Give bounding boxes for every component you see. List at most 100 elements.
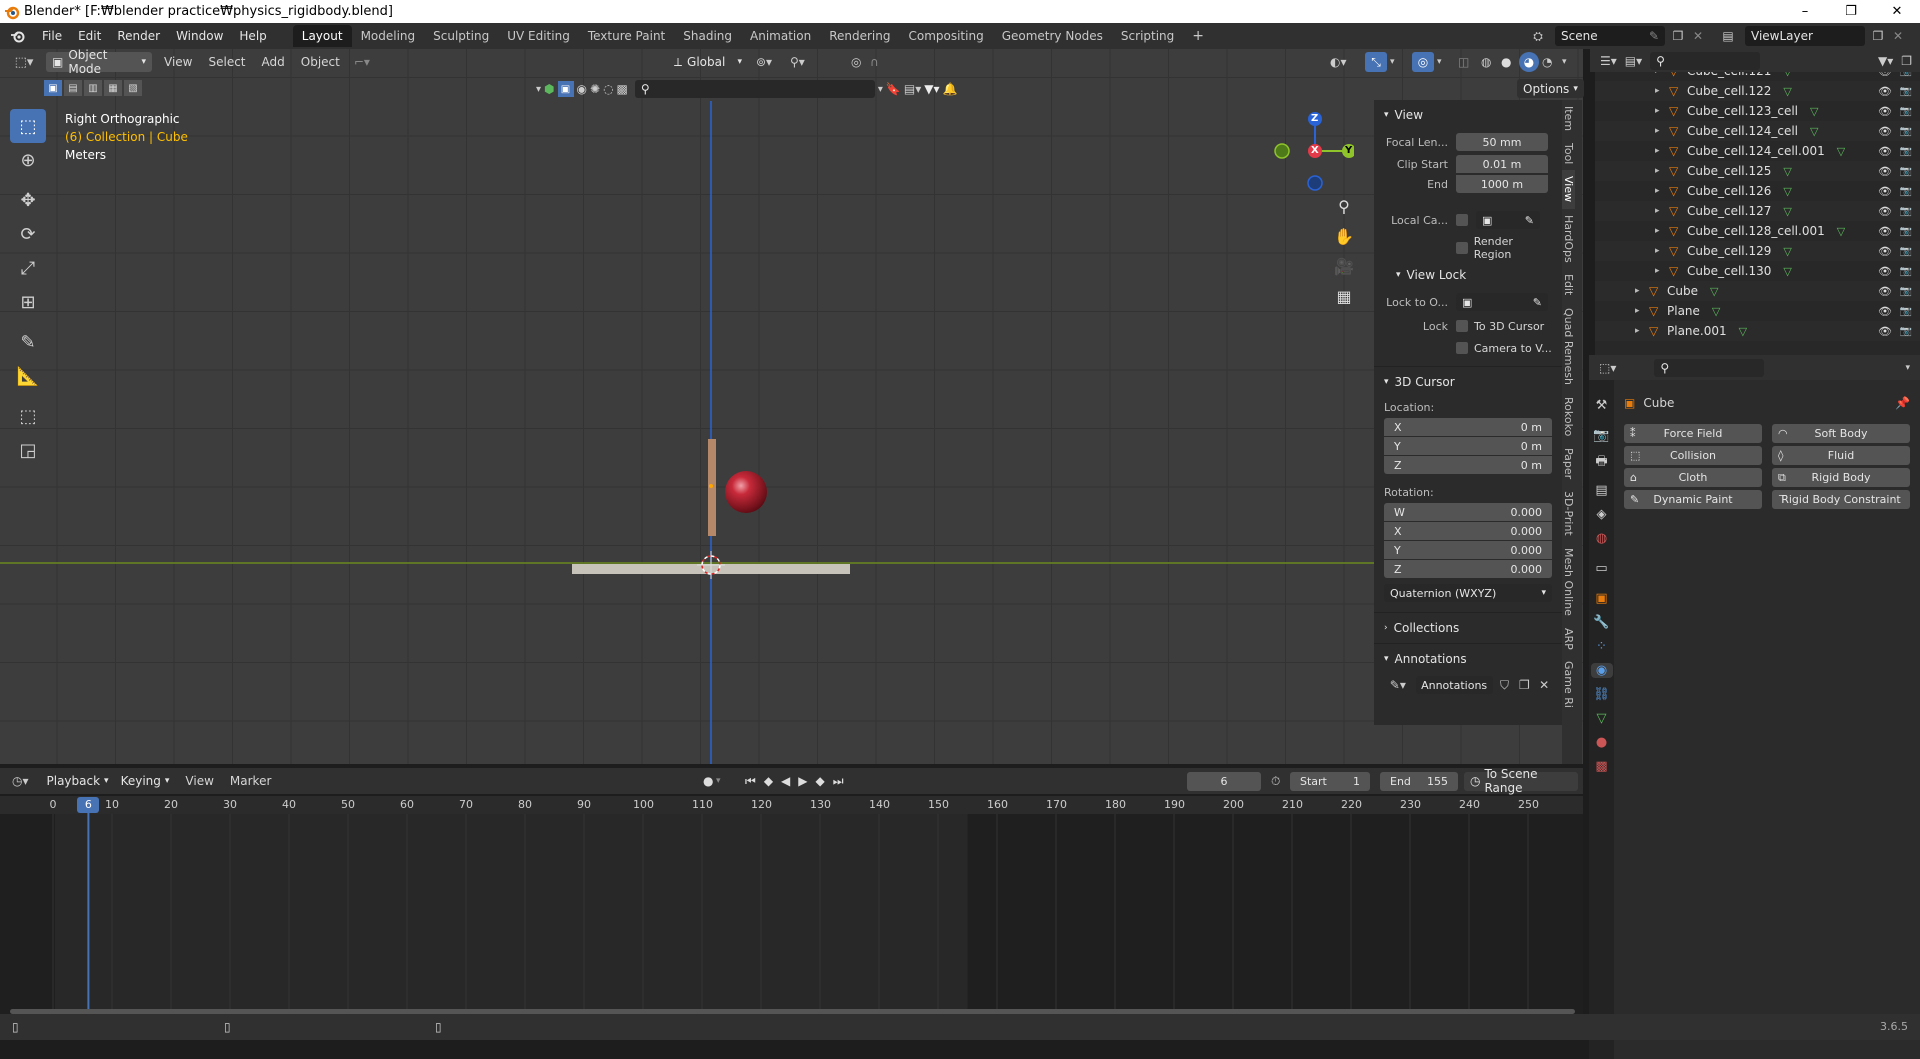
outliner-row[interactable]: ▸ ▽ Cube_cell.130 ▽ 👁 📷 [1595,261,1920,281]
visibility-eye-icon[interactable]: 👁 [1878,225,1892,238]
visibility-eye-icon[interactable]: 👁 [1878,185,1892,198]
collision-button[interactable]: ⬚ Collision [1624,446,1762,465]
playhead-frame-badge[interactable]: 6 [77,797,100,813]
timeline-marker-menu[interactable]: Marker [230,774,271,788]
visibility-eye-icon[interactable]: 👁 [1878,325,1892,338]
jump-start-icon[interactable]: ⏮ [745,774,756,789]
collections-header[interactable]: › Collections [1384,621,1552,635]
render-camera-icon[interactable]: 📷 [1900,106,1912,117]
pivot-point-icon[interactable]: ⊚▾ [756,55,772,69]
render-camera-icon[interactable]: 📷 [1900,146,1912,157]
render-camera-icon[interactable]: 📷 [1900,166,1912,177]
tab-arp[interactable]: ARP [1562,622,1575,656]
focal-length-field[interactable]: 50 mm [1456,133,1548,151]
timeline-view-menu[interactable]: View [185,774,213,788]
new-scene-icon[interactable]: ❐ [1671,29,1685,43]
tab-sculpting[interactable]: Sculpting [424,25,498,47]
expand-icon[interactable]: ▸ [1635,326,1649,336]
proportional-edit-icon[interactable]: ◎ [851,55,861,69]
outliner-row[interactable]: ▸ ▽ Plane.001 ▽ 👁 📷 [1595,321,1920,341]
expand-icon[interactable]: ▸ [1655,106,1669,116]
expand-icon[interactable]: ▸ [1655,226,1669,236]
tab-game-rig[interactable]: Game Ri [1562,655,1575,714]
expand-icon[interactable]: ▸ [1655,206,1669,216]
play-reverse-icon[interactable]: ◀ [781,774,790,789]
menu-object[interactable]: Object [301,55,340,69]
tab-compositing[interactable]: Compositing [899,25,992,47]
chevron-down-icon[interactable]: ▾ [1390,57,1395,67]
visibility-eye-icon[interactable]: 👁 [1878,285,1892,298]
tab-item[interactable]: Item [1562,100,1575,137]
visibility-eye-icon[interactable]: 👁 [1878,145,1892,158]
stopwatch-icon[interactable]: ⏱ [1271,774,1280,789]
material-tab-icon[interactable]: ● [1596,735,1607,750]
menu-select[interactable]: Select [208,55,245,69]
view-layer-tab-icon[interactable]: ▤ [1595,483,1607,498]
local-camera-checkbox[interactable] [1456,214,1468,226]
visibility-eye-icon[interactable]: 👁 [1878,205,1892,218]
zoom-icon[interactable]: ⚲ [1333,195,1355,217]
rotation-mode-dropdown[interactable]: Quaternion (WXYZ) ▾ [1384,584,1552,602]
pin-icon[interactable]: 📌 [1895,396,1910,410]
view-layer-field[interactable]: ViewLayer [1745,26,1865,46]
options-dropdown[interactable]: Options ▾ [1517,79,1584,98]
notification-bell-icon[interactable]: 🔔 [943,82,958,96]
expand-icon[interactable]: ▸ [1655,166,1669,176]
rotate-tool[interactable]: ⟳ [10,217,46,251]
close-icon[interactable]: ✕ [1536,678,1552,692]
menu-help[interactable]: Help [231,29,274,43]
measure-tool[interactable]: 📐 [10,359,46,393]
record-icon[interactable]: ● [703,774,713,788]
clip-end-field[interactable]: 1000 m [1456,175,1548,193]
tool-tab-icon[interactable]: ⚒ [1596,398,1608,413]
to-scene-range-button[interactable]: ◷ To Scene Range [1464,767,1578,795]
tab-shading[interactable]: Shading [674,25,741,47]
blender-menu-icon[interactable] [10,29,26,43]
expand-icon[interactable]: ▸ [1635,286,1649,296]
editor-type-icon[interactable]: ⬚▾ [10,55,38,70]
menu-window[interactable]: Window [168,29,231,43]
annotations-header[interactable]: ▾ Annotations [1384,652,1552,666]
visibility-eye-icon[interactable]: 👁 [1878,85,1892,98]
annotate-tool[interactable]: ✎ [10,325,46,359]
outliner-row[interactable]: ▸ ▽ Cube_cell.128_cell.001 ▽ 👁 📷 [1595,221,1920,241]
playback-menu[interactable]: Playback ▾ [43,771,113,791]
outliner-search-input[interactable]: ⚲ [1650,51,1761,70]
properties-editor-icon[interactable]: ⬚▾ [1599,361,1616,375]
lock-to-object-field[interactable]: ▣ ✎ [1456,293,1548,311]
prev-keyframe-icon[interactable]: ◆ [764,774,773,789]
outliner-row[interactable]: ▸ ▽ Cube_cell.122 ▽ 👁 📷 [1595,81,1920,101]
object-tab-icon[interactable]: ▣ [1595,591,1607,606]
minimize-button[interactable]: – [1782,0,1828,23]
tab-texture-paint[interactable]: Texture Paint [579,25,674,47]
soft-body-button[interactable]: ◠ Soft Body [1772,424,1910,443]
annotations-field[interactable]: Annotations [1415,676,1493,694]
visibility-eye-icon[interactable]: 👁 [1878,265,1892,278]
outliner-row[interactable]: ▸ ▽ Plane ▽ 👁 📷 [1595,301,1920,321]
tab-layout[interactable]: Layout [292,25,352,47]
outliner-row[interactable]: ▸ ▽ Cube_cell.124_cell ▽ 👁 📷 [1595,121,1920,141]
clip-start-field[interactable]: 0.01 m [1456,155,1548,173]
particles-tab-icon[interactable]: ⁘ [1596,639,1607,654]
filter-icon[interactable]: ▼▾ [924,82,939,96]
chevron-down-icon[interactable]: ▾ [536,84,541,95]
outliner-row[interactable]: ▸ ▽ Cube_cell.125 ▽ 👁 📷 [1595,161,1920,181]
data-tab-icon[interactable]: ▽ [1597,711,1607,726]
add-workspace-button[interactable]: + [1183,25,1213,47]
render-camera-icon[interactable]: 📷 [1900,72,1912,77]
cursor-location-y[interactable]: Y0 m [1384,437,1552,455]
maximize-button[interactable]: ❐ [1828,0,1874,23]
tab-hardops[interactable]: HardOps [1562,209,1575,269]
chevron-down-icon[interactable]: ▾ [878,84,883,95]
expand-icon[interactable]: ▸ [1655,146,1669,156]
world-tab-icon[interactable]: ◍ [1596,531,1607,546]
add-cube-tool[interactable]: ⬚ [10,399,46,433]
tab-view[interactable]: View [1562,170,1575,209]
outliner-row[interactable]: ▸▽Cube_cell.121▽👁📷 [1595,72,1920,81]
collection-tab-icon[interactable]: ▭ [1595,561,1607,576]
filter-camera-icon[interactable]: ◌ [603,82,613,96]
transform-orientation-dropdown[interactable]: ⟂ Global ▾ [668,52,748,72]
render-camera-icon[interactable]: 📷 [1900,226,1912,237]
falloff-icon[interactable]: ∩ [870,55,879,69]
move-tool[interactable]: ✥ [10,183,46,217]
